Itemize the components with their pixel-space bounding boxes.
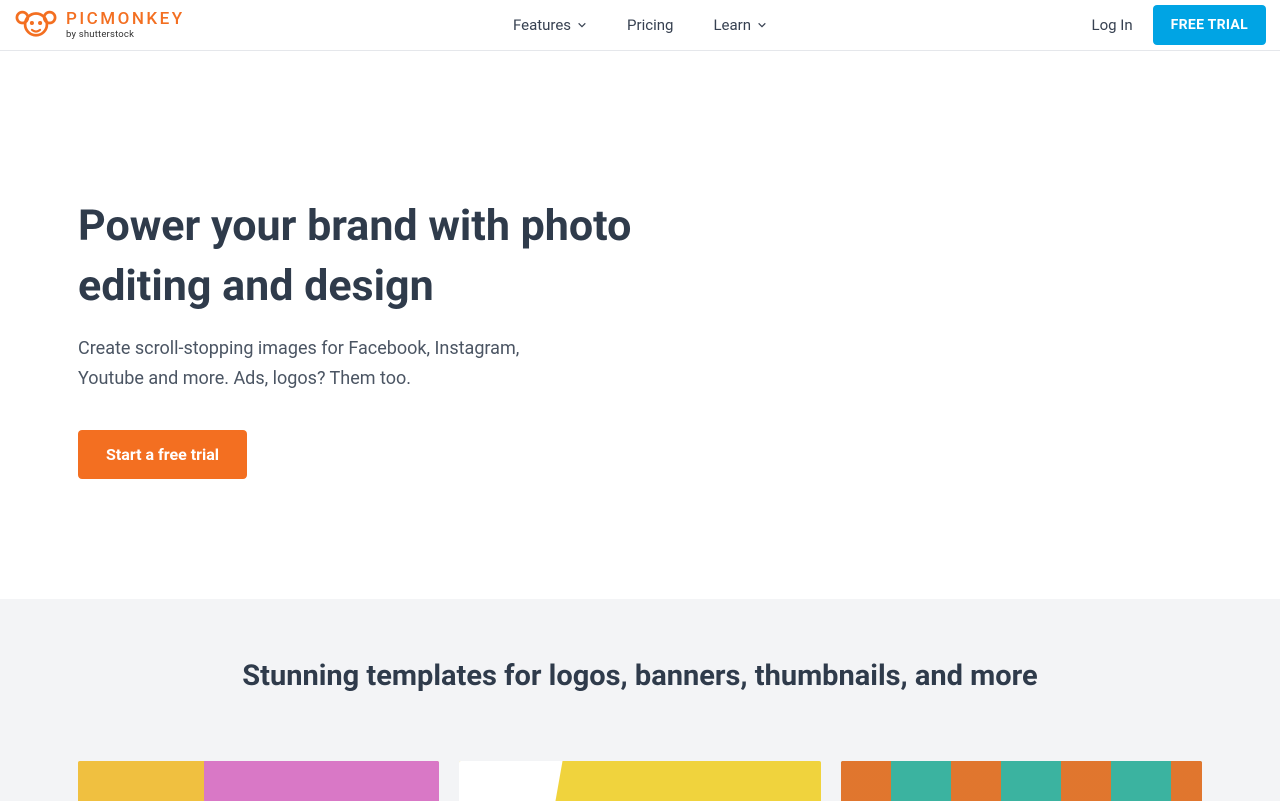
start-free-trial-button[interactable]: Start a free trial [78, 430, 247, 479]
nav-learn[interactable]: Learn [713, 16, 767, 34]
nav-features[interactable]: Features [513, 16, 587, 34]
logo[interactable]: PICMONKEY by shutterstock [14, 8, 185, 42]
templates-heading: Stunning templates for logos, banners, t… [0, 659, 1280, 693]
logo-main-text: PICMONKEY [66, 11, 185, 28]
templates-section: Stunning templates for logos, banners, t… [0, 599, 1280, 801]
template-card[interactable] [841, 761, 1202, 801]
nav-features-label: Features [513, 16, 571, 34]
nav-pricing[interactable]: Pricing [627, 16, 673, 34]
template-card[interactable] [459, 761, 820, 801]
logo-text: PICMONKEY by shutterstock [66, 11, 185, 40]
monkey-icon [14, 8, 58, 42]
login-link[interactable]: Log In [1092, 16, 1133, 34]
chevron-down-icon [577, 16, 587, 34]
free-trial-button[interactable]: FREE TRIAL [1153, 5, 1266, 45]
nav-right: Log In FREE TRIAL [1092, 5, 1267, 45]
nav-pricing-label: Pricing [627, 16, 673, 34]
hero-section: Power your brand with photo editing and … [0, 51, 1280, 599]
nav-learn-label: Learn [713, 16, 751, 34]
hero-sub: Create scroll-stopping images for Facebo… [78, 334, 558, 393]
chevron-down-icon [757, 16, 767, 34]
template-row [0, 693, 1280, 801]
template-card[interactable] [78, 761, 439, 801]
logo-sub-text: by shutterstock [66, 30, 185, 40]
primary-nav: Features Pricing Learn [513, 16, 767, 34]
hero-headline: Power your brand with photo editing and … [78, 196, 678, 316]
site-header: PICMONKEY by shutterstock Features Prici… [0, 0, 1280, 51]
